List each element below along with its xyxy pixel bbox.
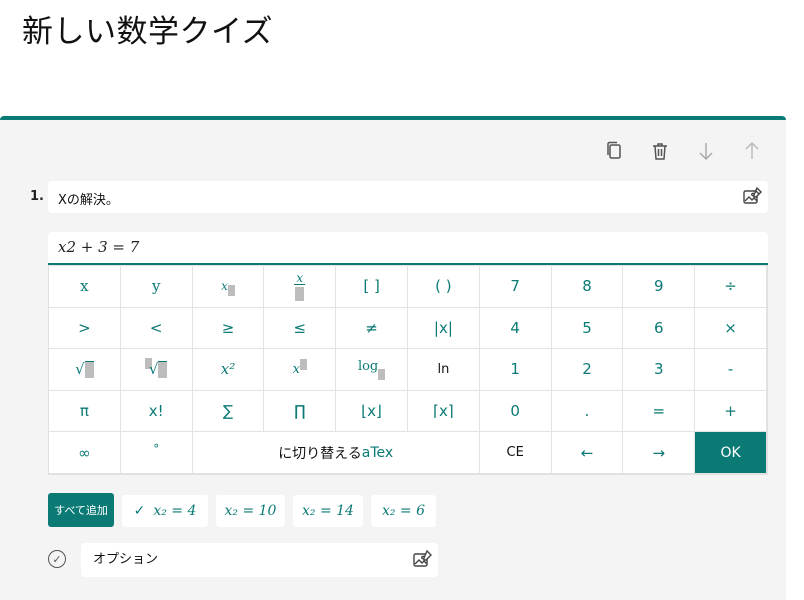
question-number: 1. xyxy=(30,189,44,204)
key-equals[interactable]: = xyxy=(623,390,696,433)
answer-chip[interactable]: x₂ = 10 xyxy=(216,495,285,527)
key-ln[interactable]: ln xyxy=(408,349,480,391)
key-sum[interactable]: ∑ xyxy=(192,390,265,433)
key-cursor-right[interactable]: → xyxy=(623,432,696,474)
key-nth-root[interactable]: √ xyxy=(120,349,193,391)
placeholder-box xyxy=(84,360,94,378)
answer-chip-label: x₂ = 6 xyxy=(381,503,426,519)
answer-chip-label: x₂ = 4 xyxy=(153,503,197,519)
key-absolute[interactable]: |x| xyxy=(408,307,480,350)
arrow-down-icon[interactable] xyxy=(695,140,717,162)
trash-icon[interactable] xyxy=(649,140,671,162)
key-2[interactable]: 2 xyxy=(551,349,624,391)
ok-button[interactable]: OK xyxy=(695,432,767,474)
answer-chip[interactable]: ✓ x₂ = 4 xyxy=(122,495,208,527)
correct-answer-check-icon[interactable]: ✓ xyxy=(48,550,66,568)
key-square[interactable]: x² xyxy=(192,349,265,391)
check-icon: ✓ xyxy=(133,503,146,519)
key-less[interactable]: < xyxy=(120,307,193,350)
key-brackets[interactable]: [ ] xyxy=(336,266,408,308)
key-power-base: x xyxy=(292,361,300,377)
fraction-stack: x xyxy=(294,270,306,301)
key-parentheses[interactable]: ( ) xyxy=(408,266,480,308)
question-text-field[interactable]: Xの解決。 xyxy=(48,181,768,213)
option-input[interactable]: オプション xyxy=(81,543,438,577)
latex-switch-suffix: aTex xyxy=(361,444,394,461)
key-subscript[interactable]: x xyxy=(192,266,265,308)
key-multiply[interactable]: × xyxy=(695,307,767,350)
key-subscript-x: x xyxy=(221,279,228,294)
insert-image-icon[interactable] xyxy=(412,550,432,570)
placeholder-box xyxy=(227,284,235,296)
page-title: 新しい数学クイズ xyxy=(22,14,274,50)
key-cursor-left[interactable]: ← xyxy=(551,432,624,474)
key-minus[interactable]: - xyxy=(695,349,767,391)
key-fraction[interactable]: x xyxy=(264,266,337,308)
key-power[interactable]: x xyxy=(264,349,337,391)
key-x[interactable]: x xyxy=(49,266,121,308)
placeholder-box xyxy=(299,358,307,370)
option-text: オプション xyxy=(93,552,159,567)
key-divide[interactable]: ÷ xyxy=(695,266,767,308)
placeholder-box xyxy=(378,368,386,380)
key-plus[interactable]: + xyxy=(695,390,767,433)
key-0[interactable]: 0 xyxy=(479,390,552,433)
key-infinity[interactable]: ∞ xyxy=(49,432,121,474)
key-sqrt[interactable]: √ xyxy=(49,349,121,391)
key-y[interactable]: y xyxy=(120,266,193,308)
sqrt-symbol: √ xyxy=(75,360,85,379)
answer-chip[interactable]: x₂ = 14 xyxy=(293,495,363,527)
key-decimal[interactable]: . xyxy=(551,390,624,433)
key-log-label: log xyxy=(357,358,379,374)
key-clear-entry[interactable]: CE xyxy=(479,432,552,474)
math-keypad: x y x x [ ] ( ) 7 8 9 ÷ > < ≥ ≤ ≠ |x| 4 … xyxy=(48,265,768,475)
switch-to-latex-button[interactable]: に切り替える aTex xyxy=(192,432,480,474)
equation-text: x2 + 3 = 7 xyxy=(58,238,140,256)
question-text: Xの解決。 xyxy=(58,193,119,208)
answer-chip-label: x₂ = 10 xyxy=(224,503,277,519)
placeholder-box xyxy=(295,286,305,301)
key-7[interactable]: 7 xyxy=(479,266,552,308)
question-card: 1. Xの解決。 x2 + 3 = 7 x y x x [ ] () 7 8 … xyxy=(0,116,786,600)
key-9[interactable]: 9 xyxy=(623,266,696,308)
key-degree[interactable]: ° xyxy=(120,432,193,474)
key-product[interactable]: ∏ xyxy=(264,390,337,433)
key-4[interactable]: 4 xyxy=(479,307,552,350)
insert-image-icon[interactable] xyxy=(742,187,762,207)
key-log[interactable]: log xyxy=(336,349,408,391)
root-symbol: √ xyxy=(148,360,159,379)
placeholder-box xyxy=(158,360,168,378)
latex-switch-prefix: に切り替える xyxy=(278,445,362,462)
key-square-label: x² xyxy=(220,360,236,379)
key-3[interactable]: 3 xyxy=(623,349,696,391)
key-6[interactable]: 6 xyxy=(623,307,696,350)
key-8[interactable]: 8 xyxy=(551,266,624,308)
key-floor[interactable]: ⌊x⌋ xyxy=(336,390,408,433)
add-all-button[interactable]: すべて追加 xyxy=(48,493,114,527)
fraction-numerator: x xyxy=(294,270,306,285)
arrow-up-icon[interactable] xyxy=(741,140,763,162)
equation-input[interactable]: x2 + 3 = 7 xyxy=(48,232,768,265)
key-5[interactable]: 5 xyxy=(551,307,624,350)
key-not-equal[interactable]: ≠ xyxy=(336,307,408,350)
answer-chip[interactable]: x₂ = 6 xyxy=(371,495,436,527)
key-factorial[interactable]: x! xyxy=(120,390,193,433)
key-greater[interactable]: > xyxy=(49,307,121,350)
key-ceiling[interactable]: ⌈x⌉ xyxy=(408,390,480,433)
key-greater-equal[interactable]: ≥ xyxy=(192,307,265,350)
answer-chip-label: x₂ = 14 xyxy=(302,503,354,519)
key-pi[interactable]: π xyxy=(49,390,121,433)
key-1[interactable]: 1 xyxy=(479,349,552,391)
key-less-equal[interactable]: ≤ xyxy=(264,307,337,350)
copy-icon[interactable] xyxy=(603,140,625,162)
